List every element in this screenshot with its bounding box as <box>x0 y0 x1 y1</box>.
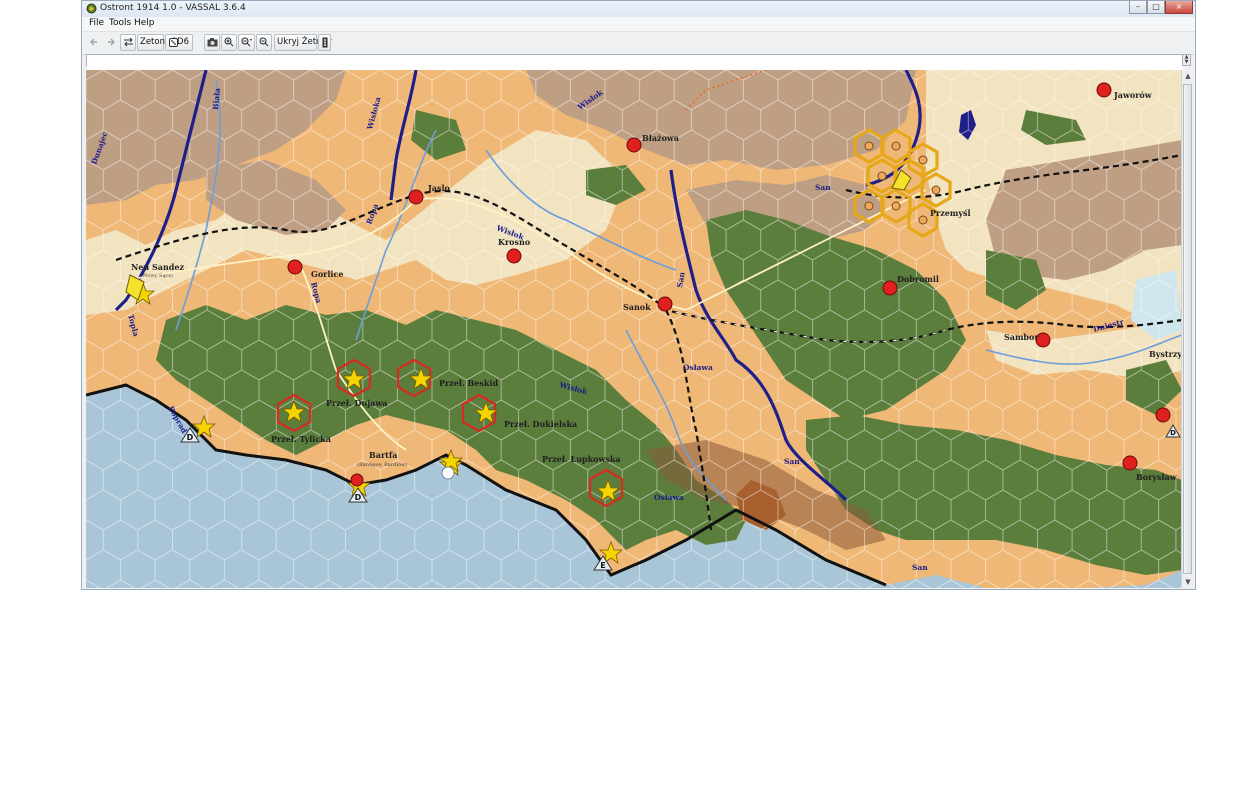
city-dobromil <box>882 280 898 296</box>
city-sanok <box>657 296 673 312</box>
label-oslawa-1: Osława <box>683 363 713 372</box>
city-krosno <box>506 248 522 264</box>
label-blazowa: Błażowa <box>642 133 679 143</box>
game-map[interactable]: D D E D Jaslo Krosno Błażowa Jaworów Prz… <box>86 70 1182 588</box>
label-beskid: Przeł. Beskid <box>439 378 498 388</box>
city-gorlice <box>287 259 303 275</box>
label-boryslaw: Borysław <box>1136 472 1178 482</box>
label-oslawa-2: Osława <box>654 493 684 502</box>
swap-button[interactable] <box>120 34 136 51</box>
window-title: Ostront 1914 1.0 - VASSAL 3.6.4 <box>100 3 246 13</box>
scroll-thumb[interactable] <box>1183 84 1192 574</box>
swap-arrows-icon <box>124 37 133 47</box>
undo-button[interactable] <box>86 34 102 51</box>
title-bar[interactable]: Ostront 1914 1.0 - VASSAL 3.6.4 – □ × <box>82 1 1195 18</box>
zoom-out-button[interactable] <box>256 34 272 51</box>
scroll-down-arrow-icon[interactable]: ▼ <box>1182 576 1194 588</box>
city-jaslo <box>408 189 424 205</box>
label-bartfa: Bartfa <box>369 450 397 460</box>
chat-input-field[interactable] <box>86 54 1184 73</box>
redo-button[interactable] <box>103 34 119 51</box>
marker-e: E <box>600 561 605 570</box>
camera-icon <box>207 38 218 47</box>
label-bartfa-sub: (Bardejov, Bardiów) <box>357 461 407 468</box>
traffic-light-icon <box>322 37 327 48</box>
label-san-3: San <box>784 457 800 466</box>
menu-file[interactable]: File <box>89 18 104 28</box>
zoom-in-button[interactable] <box>221 34 237 51</box>
undo-arrow-icon <box>90 38 97 46</box>
city-jaworow <box>1096 82 1112 98</box>
label-sanok: Sanok <box>623 302 651 312</box>
scroll-up-arrow-icon[interactable]: ▲ <box>1182 70 1194 82</box>
city-bystrzyca <box>1155 407 1171 423</box>
label-lupkowska: Przeł. Łupkowska <box>542 454 621 464</box>
label-bystrzyca: Bystrzyca <box>1149 349 1182 359</box>
menu-bar: File Tools Help <box>82 17 1195 31</box>
label-jaslo: Jaslo <box>427 183 451 193</box>
counters-button[interactable]: Zetony <box>137 34 170 51</box>
label-san-4: San <box>912 563 928 572</box>
vertical-scrollbar[interactable]: ▲ ▼ <box>1181 70 1193 588</box>
marker-d1: D <box>187 433 194 442</box>
label-neu-sandez: Neu Sandez <box>131 262 184 272</box>
label-dukielska: Przeł. Dukielska <box>504 419 577 429</box>
screenshot-button[interactable] <box>204 34 220 51</box>
label-jaworow: Jaworów <box>1113 90 1153 100</box>
minimize-button[interactable]: – <box>1129 1 1147 14</box>
maximize-button[interactable]: □ <box>1147 1 1165 14</box>
supply-marker-icon <box>441 466 455 480</box>
marker-d3: D <box>1170 429 1176 437</box>
label-sambor: Sambor <box>1004 332 1039 342</box>
zoom-select-button[interactable] <box>238 34 255 51</box>
label-neu-sandez-sub: (Nowy Sącz) <box>141 272 173 279</box>
chat-spinner[interactable]: ▲ ▼ <box>1182 54 1191 66</box>
redo-arrow-icon <box>108 38 115 46</box>
label-san-1: San <box>815 183 831 192</box>
label-dujawa: Przeł. Dujawa <box>326 398 387 408</box>
label-gorlice: Gorlice <box>311 269 343 279</box>
vassal-logo-icon <box>86 3 97 14</box>
zoom-out-icon <box>259 37 269 47</box>
city-blazowa <box>626 137 642 153</box>
label-przemysl: Przemyśl <box>930 208 971 218</box>
label-biala: Biała <box>211 88 222 111</box>
hide-counters-button[interactable]: Ukryj Żetony <box>274 34 332 51</box>
city-bartfa <box>350 473 364 487</box>
app-window: Ostront 1914 1.0 - VASSAL 3.6.4 – □ × Fi… <box>81 0 1196 590</box>
menu-help[interactable]: Help <box>134 18 155 28</box>
label-dobromil: Dobromil <box>897 274 939 284</box>
dice-button[interactable]: 1D6 <box>165 34 193 51</box>
zoom-select-icon <box>241 37 252 47</box>
toolbar: Zetony 1D6 Ukryj Żetony <box>82 31 1195 55</box>
turn-tracker-button[interactable] <box>318 34 331 51</box>
label-tylicka: Przeł. Tylicka <box>271 434 331 444</box>
city-boryslaw <box>1122 455 1138 471</box>
dice-icon <box>169 38 178 47</box>
marker-d2: D <box>355 493 362 502</box>
map-viewport[interactable]: D D E D Jaslo Krosno Błażowa Jaworów Prz… <box>86 70 1182 588</box>
menu-tools[interactable]: Tools <box>109 18 131 28</box>
close-button[interactable]: × <box>1165 1 1193 14</box>
zoom-in-icon <box>224 37 234 47</box>
